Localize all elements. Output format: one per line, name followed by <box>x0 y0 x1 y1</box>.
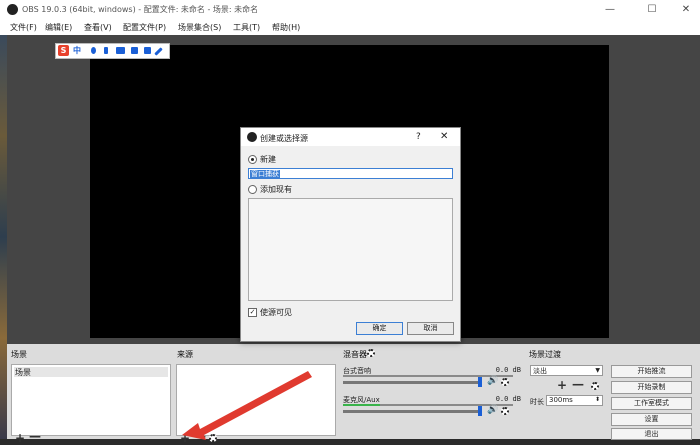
existing-sources-list[interactable] <box>248 198 453 301</box>
scenes-list[interactable]: 场景 <box>11 364 171 436</box>
create-new-radio[interactable] <box>248 155 257 164</box>
add-existing-label: 添加现有 <box>260 185 292 194</box>
scenes-dock: 场景 场景 + — <box>7 344 173 445</box>
add-scene-button[interactable]: + <box>15 431 25 445</box>
obs-logo-icon <box>247 132 257 142</box>
menu-file[interactable]: 文件(F) <box>10 22 37 33</box>
transition-selected-value: 淡出 <box>533 367 547 375</box>
punctuation-icon[interactable] <box>91 47 96 54</box>
source-name-input[interactable]: 窗口捕获 <box>248 168 453 179</box>
dialog-title: 创建或选择源 <box>260 134 308 143</box>
settings-button[interactable]: 设置 <box>611 413 692 426</box>
desktop-background-strip <box>0 35 7 439</box>
studio-mode-button[interactable]: 工作室模式 <box>611 397 692 410</box>
volume-slider[interactable] <box>343 381 479 384</box>
wrench-icon[interactable] <box>154 47 163 56</box>
add-existing-radio[interactable] <box>248 185 257 194</box>
spin-arrows-icon[interactable]: ⬍ <box>595 396 600 403</box>
title-bar: OBS 19.0.3 (64bit, windows) - 配置文件: 未命名 … <box>0 0 700 19</box>
speaker-icon[interactable]: 🔊 <box>487 405 498 415</box>
mixer-settings-gear-icon[interactable] <box>367 349 375 357</box>
ok-button[interactable]: 确定 <box>356 322 403 335</box>
shirt-icon[interactable] <box>144 47 151 54</box>
duration-label: 时长 <box>530 398 544 406</box>
channel-db: 0.0 dB <box>495 395 521 403</box>
sogou-logo-icon: S <box>58 45 69 56</box>
ime-mode-label[interactable]: 中 <box>73 45 81 56</box>
minimize-button[interactable]: — <box>597 1 623 18</box>
arrow-shape <box>182 371 312 440</box>
ime-toolbar[interactable]: S 中 <box>55 43 170 59</box>
menu-tools[interactable]: 工具(T) <box>233 22 260 33</box>
start-streaming-button[interactable]: 开始推流 <box>611 365 692 378</box>
speaker-icon[interactable]: 🔊 <box>487 376 498 386</box>
volume-slider[interactable] <box>343 410 479 413</box>
close-button[interactable]: ✕ <box>673 1 699 18</box>
dialog-titlebar: 创建或选择源 ? ✕ <box>241 128 460 146</box>
visible-label: 使源可见 <box>260 308 292 317</box>
maximize-button[interactable]: ☐ <box>639 1 665 18</box>
channel-gear-icon[interactable] <box>501 378 509 386</box>
start-recording-button[interactable]: 开始录制 <box>611 381 692 394</box>
create-new-label: 新建 <box>260 155 276 164</box>
mixer-title: 混音器 <box>343 350 367 359</box>
help-button[interactable]: ? <box>416 132 421 142</box>
channel-gear-icon[interactable] <box>501 407 509 415</box>
volume-slider-handle[interactable] <box>478 406 482 416</box>
transitions-title: 场景过渡 <box>529 350 561 359</box>
menu-edit[interactable]: 编辑(E) <box>45 22 72 33</box>
annotation-arrow <box>182 371 312 440</box>
microphone-icon[interactable] <box>104 47 108 54</box>
window-title: OBS 19.0.3 (64bit, windows) - 配置文件: 未命名 … <box>22 5 259 14</box>
menu-view[interactable]: 查看(V) <box>84 22 112 33</box>
scenes-title: 场景 <box>11 350 27 359</box>
obs-logo-icon <box>7 4 18 15</box>
create-select-source-dialog: 创建或选择源 ? ✕ 新建 窗口捕获 添加现有 ✓ 使源可见 确定 取消 <box>240 127 461 342</box>
visible-checkbox[interactable]: ✓ <box>248 308 257 317</box>
menu-profile[interactable]: 配置文件(P) <box>123 22 166 33</box>
scene-item[interactable]: 场景 <box>14 367 168 377</box>
mixer-dock: 混音器 台式音响 0.0 dB 🔊 麦克风/Aux 0.0 dB 🔊 <box>339 344 525 439</box>
remove-transition-button[interactable]: — <box>572 377 584 391</box>
dialog-close-button[interactable]: ✕ <box>440 131 448 142</box>
chevron-down-icon: ▼ <box>595 367 600 374</box>
remove-scene-button[interactable]: — <box>29 429 41 443</box>
cancel-button[interactable]: 取消 <box>407 322 454 335</box>
sources-title: 来源 <box>177 350 193 359</box>
transition-settings-gear-icon[interactable] <box>591 382 599 390</box>
exit-button[interactable]: 退出 <box>611 428 692 440</box>
source-name-value: 窗口捕获 <box>250 170 280 178</box>
keyboard-icon[interactable] <box>116 47 125 54</box>
duration-spinbox[interactable]: 300ms ⬍ <box>546 395 603 406</box>
menu-bar: 文件(F) 编辑(E) 查看(V) 配置文件(P) 场景集合(S) 工具(T) … <box>0 19 700 36</box>
duration-value: 300ms <box>549 396 573 404</box>
menu-scene-collection[interactable]: 场景集合(S) <box>178 22 221 33</box>
channel-db: 0.0 dB <box>495 366 521 374</box>
skin-icon[interactable] <box>131 47 138 54</box>
add-transition-button[interactable]: + <box>557 378 567 392</box>
transition-select[interactable]: 淡出 ▼ <box>530 365 603 376</box>
volume-slider-handle[interactable] <box>478 377 482 387</box>
menu-help[interactable]: 帮助(H) <box>272 22 300 33</box>
